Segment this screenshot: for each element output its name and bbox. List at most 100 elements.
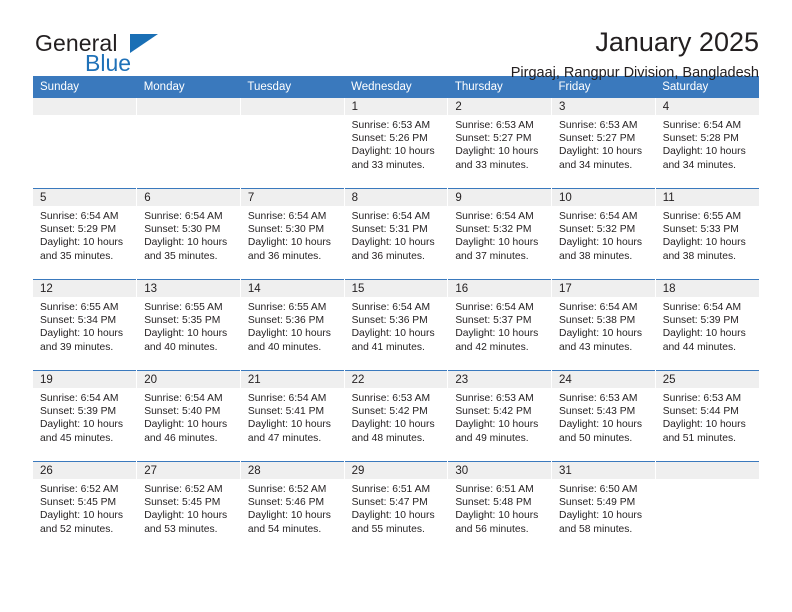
- calendar-day-cell[interactable]: 5 Sunrise: 6:54 AM Sunset: 5:29 PM Daylight…: [33, 188, 138, 280]
- calendar-week-row: 1 Sunrise: 6:53 AM Sunset: 5:26 PM Daylight…: [33, 98, 759, 189]
- day-sun-info: Sunrise: 6:53 AM Sunset: 5:27 PM Daylight:…: [448, 115, 550, 172]
- calendar-day-cell[interactable]: 1 Sunrise: 6:53 AM Sunset: 5:26 PM Daylight…: [344, 98, 449, 189]
- calendar-day-cell[interactable]: 19 Sunrise: 6:54 AM Sunset: 5:39 PM Dayligh…: [33, 370, 138, 462]
- calendar-day-cell-empty: [655, 461, 759, 552]
- day-sun-info: Sunrise: 6:50 AM Sunset: 5:49 PM Daylight:…: [552, 479, 654, 536]
- daylight-duration-line1: Daylight: 10 hours: [351, 419, 435, 431]
- day-number: 3: [552, 98, 655, 115]
- sunrise-time: Sunrise: 6:54 AM: [455, 302, 534, 313]
- calendar-body: 1 Sunrise: 6:53 AM Sunset: 5:26 PM Daylight…: [33, 98, 759, 552]
- calendar-day-cell[interactable]: 10 Sunrise: 6:54 AM Sunset: 5:32 PM Dayligh…: [551, 188, 656, 280]
- sunrise-time: Sunrise: 6:53 AM: [351, 393, 431, 404]
- day-number: 6: [137, 189, 240, 206]
- sunset-time: Sunset: 5:44 PM: [662, 406, 739, 418]
- daylight-duration-line2: and 38 minutes.: [559, 250, 633, 262]
- daylight-duration-line1: Daylight: 10 hours: [40, 419, 123, 431]
- day-sun-info: Sunrise: 6:55 AM Sunset: 5:36 PM Daylight:…: [241, 297, 343, 354]
- sunrise-time: Sunrise: 6:52 AM: [247, 484, 327, 495]
- calendar-day-cell[interactable]: 7 Sunrise: 6:54 AM Sunset: 5:30 PM Daylight…: [240, 188, 345, 280]
- day-sun-info: Sunrise: 6:52 AM Sunset: 5:45 PM Daylight:…: [33, 479, 136, 536]
- sunset-time: Sunset: 5:33 PM: [662, 224, 739, 236]
- day-number: 5: [33, 189, 136, 206]
- sunset-time: Sunset: 5:29 PM: [40, 224, 117, 236]
- sunrise-time: Sunrise: 6:54 AM: [144, 211, 223, 222]
- calendar-day-cell[interactable]: 12 Sunrise: 6:55 AM Sunset: 5:34 PM Dayligh…: [33, 279, 138, 371]
- daylight-duration-line2: and 51 minutes.: [662, 432, 736, 444]
- calendar-day-cell[interactable]: 18 Sunrise: 6:54 AM Sunset: 5:39 PM Dayligh…: [655, 279, 759, 371]
- calendar-day-cell[interactable]: 26 Sunrise: 6:52 AM Sunset: 5:45 PM Dayligh…: [33, 461, 138, 552]
- calendar-day-cell-empty: [33, 98, 138, 189]
- calendar-day-cell[interactable]: 8 Sunrise: 6:54 AM Sunset: 5:31 PM Daylight…: [344, 188, 449, 280]
- calendar-day-cell[interactable]: 30 Sunrise: 6:51 AM Sunset: 5:48 PM Dayligh…: [447, 461, 553, 552]
- calendar-day-cell[interactable]: 6 Sunrise: 6:54 AM Sunset: 5:30 PM Daylight…: [136, 188, 241, 280]
- calendar-day-cell[interactable]: 17 Sunrise: 6:54 AM Sunset: 5:38 PM Dayligh…: [551, 279, 656, 371]
- sunrise-time: Sunrise: 6:53 AM: [455, 120, 534, 131]
- sunset-time: Sunset: 5:46 PM: [247, 497, 325, 509]
- calendar-day-cell[interactable]: 9 Sunrise: 6:54 AM Sunset: 5:32 PM Daylight…: [447, 188, 553, 280]
- sunset-time: Sunset: 5:43 PM: [559, 406, 636, 418]
- sunrise-time: Sunrise: 6:55 AM: [662, 211, 742, 222]
- calendar-day-cell[interactable]: 16 Sunrise: 6:54 AM Sunset: 5:37 PM Dayligh…: [447, 279, 553, 371]
- daylight-duration-line1: Daylight: 10 hours: [351, 237, 435, 249]
- day-sun-info: Sunrise: 6:55 AM Sunset: 5:35 PM Daylight:…: [137, 297, 239, 354]
- sunset-time: Sunset: 5:48 PM: [455, 497, 532, 509]
- day-number: 27: [137, 462, 240, 479]
- calendar-day-cell[interactable]: 29 Sunrise: 6:51 AM Sunset: 5:47 PM Dayligh…: [344, 461, 449, 552]
- calendar-day-cell[interactable]: 2 Sunrise: 6:53 AM Sunset: 5:27 PM Daylight…: [447, 98, 553, 189]
- sunset-time: Sunset: 5:35 PM: [144, 315, 221, 327]
- sunset-time: Sunset: 5:26 PM: [351, 133, 428, 145]
- daylight-duration-line1: Daylight: 10 hours: [455, 237, 539, 249]
- day-number: 31: [552, 462, 655, 479]
- calendar-day-cell[interactable]: 23 Sunrise: 6:53 AM Sunset: 5:42 PM Dayligh…: [447, 370, 553, 462]
- calendar-page: General Blue January 2025 Pirgaaj, Rangp…: [0, 0, 792, 612]
- daylight-duration-line1: Daylight: 10 hours: [40, 237, 123, 249]
- day-sun-info: Sunrise: 6:54 AM Sunset: 5:32 PM Daylight:…: [552, 206, 654, 263]
- calendar-day-cell[interactable]: 3 Sunrise: 6:53 AM Sunset: 5:27 PM Daylight…: [551, 98, 656, 189]
- calendar-week-row: 5 Sunrise: 6:54 AM Sunset: 5:29 PM Daylight…: [33, 188, 759, 280]
- day-sun-info: Sunrise: 6:51 AM Sunset: 5:47 PM Daylight:…: [345, 479, 447, 536]
- day-number: 24: [552, 371, 655, 388]
- sunrise-time: Sunrise: 6:55 AM: [144, 302, 223, 313]
- sunset-time: Sunset: 5:41 PM: [247, 406, 325, 418]
- calendar-day-cell[interactable]: 20 Sunrise: 6:54 AM Sunset: 5:40 PM Dayligh…: [136, 370, 241, 462]
- calendar-day-cell[interactable]: 15 Sunrise: 6:54 AM Sunset: 5:36 PM Dayligh…: [344, 279, 449, 371]
- sunrise-time: Sunrise: 6:51 AM: [455, 484, 534, 495]
- calendar-day-cell[interactable]: 21 Sunrise: 6:54 AM Sunset: 5:41 PM Dayligh…: [240, 370, 345, 462]
- daylight-duration-line1: Daylight: 10 hours: [662, 146, 746, 158]
- calendar-day-cell[interactable]: 11 Sunrise: 6:55 AM Sunset: 5:33 PM Dayligh…: [655, 188, 759, 280]
- day-number: 4: [655, 98, 759, 115]
- day-number: 19: [33, 371, 136, 388]
- daylight-duration-line2: and 33 minutes.: [455, 159, 529, 171]
- sunrise-time: Sunrise: 6:53 AM: [662, 393, 742, 404]
- day-sun-info: Sunrise: 6:53 AM Sunset: 5:44 PM Daylight:…: [656, 388, 759, 445]
- calendar-day-cell[interactable]: 22 Sunrise: 6:53 AM Sunset: 5:42 PM Dayligh…: [344, 370, 449, 462]
- sunrise-time: Sunrise: 6:53 AM: [351, 120, 431, 131]
- calendar-day-cell[interactable]: 27 Sunrise: 6:52 AM Sunset: 5:45 PM Dayligh…: [136, 461, 241, 552]
- sunset-time: Sunset: 5:27 PM: [455, 133, 532, 145]
- calendar-day-cell[interactable]: 31 Sunrise: 6:50 AM Sunset: 5:49 PM Dayligh…: [551, 461, 656, 552]
- day-number: 20: [137, 371, 240, 388]
- sunset-time: Sunset: 5:40 PM: [144, 406, 221, 418]
- daylight-duration-line2: and 34 minutes.: [662, 159, 736, 171]
- calendar-day-cell[interactable]: 14 Sunrise: 6:55 AM Sunset: 5:36 PM Dayligh…: [240, 279, 345, 371]
- daylight-duration-line2: and 46 minutes.: [144, 432, 218, 444]
- calendar-day-cell[interactable]: 24 Sunrise: 6:53 AM Sunset: 5:43 PM Dayligh…: [551, 370, 656, 462]
- day-number: 7: [240, 189, 344, 206]
- day-sun-info: Sunrise: 6:55 AM Sunset: 5:33 PM Daylight:…: [656, 206, 759, 263]
- day-sun-info: Sunrise: 6:55 AM Sunset: 5:34 PM Daylight:…: [33, 297, 136, 354]
- daylight-duration-line2: and 34 minutes.: [559, 159, 633, 171]
- daylight-duration-line1: Daylight: 10 hours: [455, 419, 539, 431]
- sunrise-time: Sunrise: 6:54 AM: [662, 302, 742, 313]
- calendar-day-cell[interactable]: 4 Sunrise: 6:54 AM Sunset: 5:28 PM Daylight…: [655, 98, 759, 189]
- calendar-day-cell[interactable]: 25 Sunrise: 6:53 AM Sunset: 5:44 PM Dayligh…: [655, 370, 759, 462]
- weekday-header-tuesday: Tuesday: [240, 76, 345, 98]
- daylight-duration-line1: Daylight: 10 hours: [559, 419, 643, 431]
- brand-logo[interactable]: General Blue: [33, 28, 233, 84]
- calendar-day-cell[interactable]: 13 Sunrise: 6:55 AM Sunset: 5:35 PM Dayligh…: [136, 279, 241, 371]
- calendar-day-cell[interactable]: 28 Sunrise: 6:52 AM Sunset: 5:46 PM Dayligh…: [240, 461, 345, 552]
- daylight-duration-line2: and 52 minutes.: [40, 523, 114, 535]
- daylight-duration-line2: and 35 minutes.: [144, 250, 218, 262]
- day-sun-info: Sunrise: 6:54 AM Sunset: 5:30 PM Daylight:…: [241, 206, 343, 263]
- sunset-time: Sunset: 5:39 PM: [662, 315, 739, 327]
- daylight-duration-line1: Daylight: 10 hours: [559, 328, 643, 340]
